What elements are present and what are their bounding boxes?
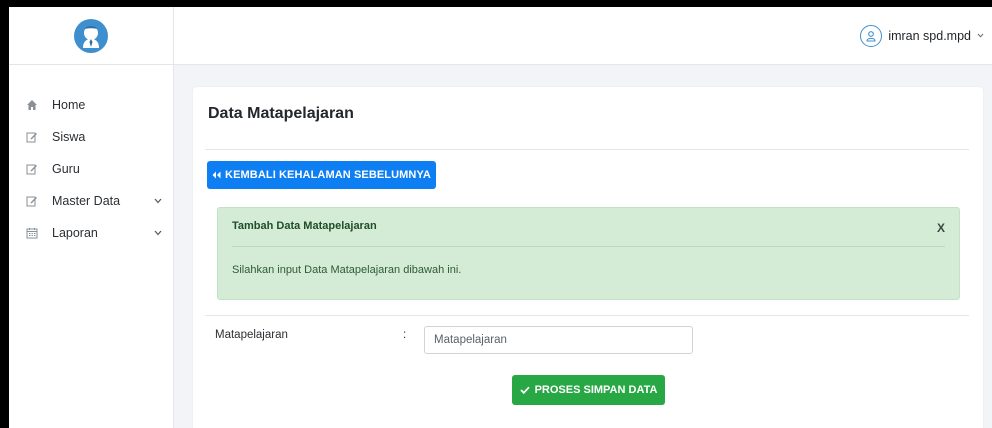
- content-card: Data Matapelajaran KEMBALI KEHALAMAN SEB…: [193, 87, 983, 428]
- user-circle-icon: [860, 24, 883, 47]
- sidebar-item-master-data[interactable]: Master Data: [9, 185, 173, 217]
- brand: [9, 7, 173, 65]
- alert-close-button[interactable]: X: [937, 221, 945, 235]
- chevron-down-icon: [153, 196, 163, 206]
- back-button-label: KEMBALI KEHALAMAN SEBELUMNYA: [225, 169, 431, 181]
- sidebar-item-label: Home: [52, 98, 86, 112]
- logo[interactable]: [74, 18, 108, 53]
- sidebar-item-laporan[interactable]: Laporan: [9, 217, 173, 249]
- user-tie-avatar-icon: [83, 25, 99, 48]
- back-button[interactable]: KEMBALI KEHALAMAN SEBELUMNYA: [207, 161, 436, 189]
- sidebar-nav: Home Siswa Guru Master Data Laporan: [9, 65, 173, 249]
- sidebar-item-label: Master Data: [52, 194, 121, 208]
- alert-title: Tambah Data Matapelajaran: [232, 220, 377, 232]
- chevron-down-icon: [977, 33, 984, 38]
- sidebar-item-label: Laporan: [52, 226, 98, 240]
- edit-icon: [25, 130, 39, 144]
- calendar-icon: [25, 226, 39, 240]
- sidebar-item-guru[interactable]: Guru: [9, 153, 173, 185]
- matapelajaran-label: Matapelajaran: [215, 329, 288, 341]
- success-alert: Tambah Data Matapelajaran X Silahkan inp…: [217, 207, 960, 300]
- field-separator: :: [403, 329, 407, 341]
- check-icon: [519, 386, 530, 394]
- sidebar-item-label: Guru: [52, 162, 80, 176]
- save-button[interactable]: PROSES SIMPAN DATA: [512, 375, 665, 405]
- sidebar: Home Siswa Guru Master Data Laporan: [9, 7, 174, 428]
- topbar: imran spd.mpd: [174, 7, 992, 65]
- edit-icon: [25, 162, 39, 176]
- sidebar-item-home[interactable]: Home: [9, 89, 173, 121]
- matapelajaran-input[interactable]: [424, 326, 693, 354]
- edit-icon: [25, 194, 39, 208]
- save-button-label: PROSES SIMPAN DATA: [534, 384, 658, 396]
- home-icon: [25, 98, 39, 112]
- divider: [205, 315, 969, 316]
- divider: [205, 149, 969, 150]
- user-name: imran spd.mpd: [888, 28, 971, 43]
- divider: [232, 246, 945, 247]
- double-chevron-left-icon: [212, 171, 221, 179]
- sidebar-item-label: Siswa: [52, 130, 86, 144]
- app-window: Home Siswa Guru Master Data Laporan imra…: [9, 7, 992, 428]
- chevron-down-icon: [153, 228, 163, 238]
- sidebar-item-siswa[interactable]: Siswa: [9, 121, 173, 153]
- alert-message: Silahkan input Data Matapelajaran dibawa…: [232, 264, 462, 276]
- user-menu[interactable]: imran spd.mpd: [860, 24, 984, 47]
- page-title: Data Matapelajaran: [208, 105, 354, 122]
